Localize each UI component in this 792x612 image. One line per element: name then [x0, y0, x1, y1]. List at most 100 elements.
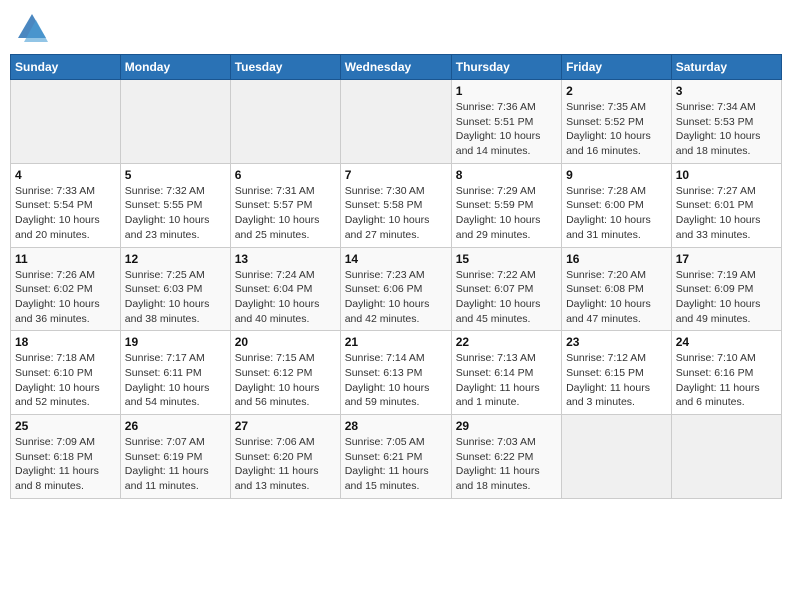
calendar-day-cell: 18Sunrise: 7:18 AM Sunset: 6:10 PM Dayli…	[11, 331, 121, 415]
day-number: 22	[456, 335, 557, 349]
day-of-week-header: Saturday	[671, 55, 781, 80]
day-info: Sunrise: 7:12 AM Sunset: 6:15 PM Dayligh…	[566, 351, 667, 410]
day-info: Sunrise: 7:36 AM Sunset: 5:51 PM Dayligh…	[456, 100, 557, 159]
day-number: 25	[15, 419, 116, 433]
day-number: 15	[456, 252, 557, 266]
logo	[14, 10, 52, 46]
day-number: 10	[676, 168, 777, 182]
calendar-day-cell: 2 Sunrise: 7:35 AM Sunset: 5:52 PM Daylig…	[562, 80, 672, 164]
calendar-day-cell: 23 Sunrise: 7:12 AM Sunset: 6:15 PM Dayli…	[562, 331, 672, 415]
calendar-day-cell: 1 Sunrise: 7:36 AM Sunset: 5:51 PM Daylig…	[451, 80, 561, 164]
calendar-table: SundayMondayTuesdayWednesdayThursdayFrid…	[10, 54, 782, 499]
day-info: Sunrise: 7:17 AM Sunset: 6:11 PM Dayligh…	[125, 351, 226, 410]
day-number: 18	[15, 335, 116, 349]
day-info: Sunrise: 7:29 AM Sunset: 5:59 PM Dayligh…	[456, 184, 557, 243]
day-info: Sunrise: 7:09 AM Sunset: 6:18 PM Dayligh…	[15, 435, 116, 494]
calendar-day-cell	[671, 415, 781, 499]
page-header	[10, 10, 782, 46]
calendar-day-cell: 25 Sunrise: 7:09 AM Sunset: 6:18 PM Dayli…	[11, 415, 121, 499]
day-info: Sunrise: 7:34 AM Sunset: 5:53 PM Dayligh…	[676, 100, 777, 159]
calendar-day-cell: 4Sunrise: 7:33 AM Sunset: 5:54 PM Daylig…	[11, 163, 121, 247]
day-info: Sunrise: 7:14 AM Sunset: 6:13 PM Dayligh…	[345, 351, 447, 410]
logo-icon	[14, 10, 50, 46]
day-number: 29	[456, 419, 557, 433]
calendar-day-cell: 5 Sunrise: 7:32 AM Sunset: 5:55 PM Daylig…	[120, 163, 230, 247]
day-info: Sunrise: 7:25 AM Sunset: 6:03 PM Dayligh…	[125, 268, 226, 327]
calendar-day-cell: 12 Sunrise: 7:25 AM Sunset: 6:03 PM Dayli…	[120, 247, 230, 331]
day-number: 8	[456, 168, 557, 182]
day-of-week-header: Monday	[120, 55, 230, 80]
calendar-week-row: 18Sunrise: 7:18 AM Sunset: 6:10 PM Dayli…	[11, 331, 782, 415]
day-info: Sunrise: 7:15 AM Sunset: 6:12 PM Dayligh…	[235, 351, 336, 410]
day-number: 16	[566, 252, 667, 266]
day-number: 27	[235, 419, 336, 433]
calendar-day-cell: 6 Sunrise: 7:31 AM Sunset: 5:57 PM Daylig…	[230, 163, 340, 247]
day-number: 5	[125, 168, 226, 182]
calendar-day-cell: 8 Sunrise: 7:29 AM Sunset: 5:59 PM Daylig…	[451, 163, 561, 247]
calendar-day-cell: 26Sunrise: 7:07 AM Sunset: 6:19 PM Dayli…	[120, 415, 230, 499]
day-info: Sunrise: 7:28 AM Sunset: 6:00 PM Dayligh…	[566, 184, 667, 243]
day-info: Sunrise: 7:03 AM Sunset: 6:22 PM Dayligh…	[456, 435, 557, 494]
day-of-week-header: Sunday	[11, 55, 121, 80]
day-number: 3	[676, 84, 777, 98]
calendar-week-row: 11 Sunrise: 7:26 AM Sunset: 6:02 PM Dayli…	[11, 247, 782, 331]
calendar-day-cell: 7Sunrise: 7:30 AM Sunset: 5:58 PM Daylig…	[340, 163, 451, 247]
day-number: 19	[125, 335, 226, 349]
day-of-week-header: Thursday	[451, 55, 561, 80]
day-info: Sunrise: 7:05 AM Sunset: 6:21 PM Dayligh…	[345, 435, 447, 494]
calendar-day-cell: 16 Sunrise: 7:20 AM Sunset: 6:08 PM Dayli…	[562, 247, 672, 331]
day-number: 14	[345, 252, 447, 266]
day-number: 20	[235, 335, 336, 349]
day-info: Sunrise: 7:32 AM Sunset: 5:55 PM Dayligh…	[125, 184, 226, 243]
day-number: 24	[676, 335, 777, 349]
day-info: Sunrise: 7:23 AM Sunset: 6:06 PM Dayligh…	[345, 268, 447, 327]
day-number: 23	[566, 335, 667, 349]
calendar-day-cell: 29 Sunrise: 7:03 AM Sunset: 6:22 PM Dayli…	[451, 415, 561, 499]
calendar-week-row: 1 Sunrise: 7:36 AM Sunset: 5:51 PM Daylig…	[11, 80, 782, 164]
day-number: 11	[15, 252, 116, 266]
day-info: Sunrise: 7:35 AM Sunset: 5:52 PM Dayligh…	[566, 100, 667, 159]
calendar-day-cell: 14 Sunrise: 7:23 AM Sunset: 6:06 PM Dayli…	[340, 247, 451, 331]
day-number: 13	[235, 252, 336, 266]
day-number: 7	[345, 168, 447, 182]
calendar-day-cell: 24 Sunrise: 7:10 AM Sunset: 6:16 PM Dayli…	[671, 331, 781, 415]
calendar-day-cell: 15 Sunrise: 7:22 AM Sunset: 6:07 PM Dayli…	[451, 247, 561, 331]
day-info: Sunrise: 7:31 AM Sunset: 5:57 PM Dayligh…	[235, 184, 336, 243]
calendar-day-cell: 21Sunrise: 7:14 AM Sunset: 6:13 PM Dayli…	[340, 331, 451, 415]
day-info: Sunrise: 7:22 AM Sunset: 6:07 PM Dayligh…	[456, 268, 557, 327]
calendar-day-cell: 28 Sunrise: 7:05 AM Sunset: 6:21 PM Dayli…	[340, 415, 451, 499]
calendar-day-cell	[340, 80, 451, 164]
day-number: 9	[566, 168, 667, 182]
calendar-day-cell: 13 Sunrise: 7:24 AM Sunset: 6:04 PM Dayli…	[230, 247, 340, 331]
day-of-week-header: Wednesday	[340, 55, 451, 80]
day-of-week-header: Friday	[562, 55, 672, 80]
calendar-day-cell: 17 Sunrise: 7:19 AM Sunset: 6:09 PM Dayli…	[671, 247, 781, 331]
calendar-day-cell	[11, 80, 121, 164]
calendar-day-cell: 9 Sunrise: 7:28 AM Sunset: 6:00 PM Daylig…	[562, 163, 672, 247]
day-info: Sunrise: 7:07 AM Sunset: 6:19 PM Dayligh…	[125, 435, 226, 494]
day-number: 28	[345, 419, 447, 433]
calendar-day-cell	[120, 80, 230, 164]
day-number: 12	[125, 252, 226, 266]
calendar-day-cell: 11 Sunrise: 7:26 AM Sunset: 6:02 PM Dayli…	[11, 247, 121, 331]
day-info: Sunrise: 7:24 AM Sunset: 6:04 PM Dayligh…	[235, 268, 336, 327]
calendar-day-cell: 22 Sunrise: 7:13 AM Sunset: 6:14 PM Dayli…	[451, 331, 561, 415]
calendar-header-row: SundayMondayTuesdayWednesdayThursdayFrid…	[11, 55, 782, 80]
day-number: 6	[235, 168, 336, 182]
day-number: 17	[676, 252, 777, 266]
calendar-day-cell: 3 Sunrise: 7:34 AM Sunset: 5:53 PM Daylig…	[671, 80, 781, 164]
calendar-week-row: 4Sunrise: 7:33 AM Sunset: 5:54 PM Daylig…	[11, 163, 782, 247]
calendar-day-cell	[562, 415, 672, 499]
calendar-week-row: 25 Sunrise: 7:09 AM Sunset: 6:18 PM Dayli…	[11, 415, 782, 499]
day-info: Sunrise: 7:10 AM Sunset: 6:16 PM Dayligh…	[676, 351, 777, 410]
day-info: Sunrise: 7:13 AM Sunset: 6:14 PM Dayligh…	[456, 351, 557, 410]
day-of-week-header: Tuesday	[230, 55, 340, 80]
day-info: Sunrise: 7:27 AM Sunset: 6:01 PM Dayligh…	[676, 184, 777, 243]
day-info: Sunrise: 7:19 AM Sunset: 6:09 PM Dayligh…	[676, 268, 777, 327]
calendar-day-cell: 20 Sunrise: 7:15 AM Sunset: 6:12 PM Dayli…	[230, 331, 340, 415]
calendar-day-cell: 27Sunrise: 7:06 AM Sunset: 6:20 PM Dayli…	[230, 415, 340, 499]
day-info: Sunrise: 7:26 AM Sunset: 6:02 PM Dayligh…	[15, 268, 116, 327]
day-number: 1	[456, 84, 557, 98]
day-info: Sunrise: 7:20 AM Sunset: 6:08 PM Dayligh…	[566, 268, 667, 327]
day-number: 2	[566, 84, 667, 98]
